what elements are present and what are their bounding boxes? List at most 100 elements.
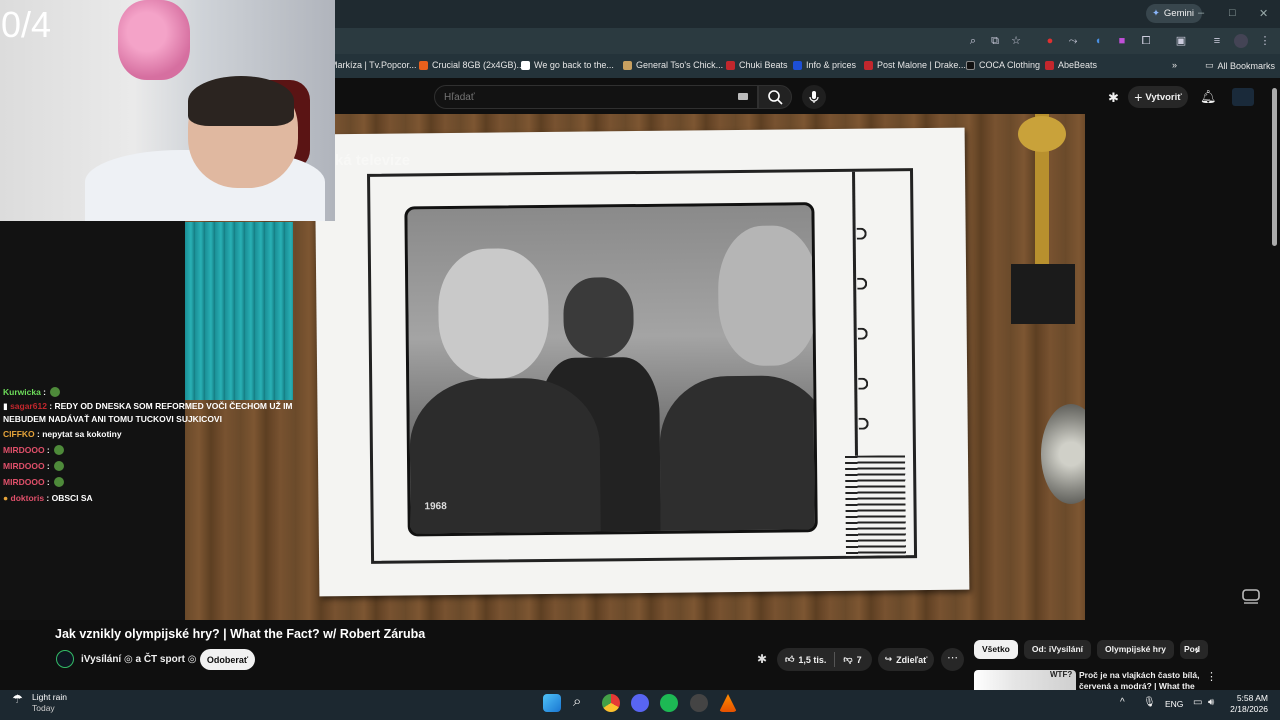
voice-search-button[interactable] (802, 85, 826, 109)
tv-screen-footage: 1968 (404, 202, 818, 537)
bookmark-favicon (1045, 60, 1054, 70)
more-actions-button[interactable]: ⋯ (941, 648, 964, 671)
extension-red-icon[interactable]: ● (1043, 34, 1057, 48)
chat-message: MIRDOOO : (3, 442, 328, 458)
bookmark-item[interactable]: We go back to the... (521, 60, 614, 70)
chat-username: doktoris (10, 493, 45, 503)
chat-text: nepytat sa kokotiny (42, 429, 122, 439)
streamer-hair (188, 76, 294, 126)
network-icon[interactable]: ▭ (1193, 697, 1202, 708)
chat-text: OBSCI SA (51, 493, 93, 503)
thumb-text: WTF? (1050, 670, 1073, 679)
gear-sparkle-icon[interactable]: ✱ (1108, 90, 1119, 106)
close-button[interactable]: ✕ (1259, 7, 1268, 20)
counter-text: 0/4 (1, 4, 52, 45)
chip-all[interactable]: Všetko (974, 640, 1018, 659)
search-icon[interactable]: ⌕ (573, 693, 581, 710)
ct-sport-logo (1242, 589, 1260, 604)
bookmark-item[interactable]: Post Malone | Drake... (864, 60, 966, 70)
profile-avatar[interactable] (1234, 34, 1248, 48)
volume-icon[interactable]: 🔊︎ (1208, 697, 1214, 708)
video-menu-icon[interactable]: ⋮ (1206, 670, 1217, 683)
dislike-button[interactable]: 👎︎ 7 (835, 654, 869, 665)
related-chips: Všetko Od: iVysílání Olympijské hry Pod (974, 640, 1208, 659)
plush-toy (118, 0, 190, 80)
search-button[interactable] (758, 85, 792, 109)
microphone-icon[interactable]: 🎙︎ (1143, 697, 1156, 708)
chip-olympics[interactable]: Olympijské hry (1097, 640, 1174, 659)
extension-gray-icon[interactable]: ⤳ (1066, 34, 1080, 48)
search-box[interactable] (434, 85, 758, 109)
chat-message: MIRDOOO : (3, 474, 328, 490)
medal-prop (1041, 404, 1085, 504)
microphone-icon (809, 91, 819, 103)
chrome-icon[interactable] (602, 694, 620, 712)
chevron-up-icon[interactable]: ^ (1120, 697, 1125, 708)
thumbs-up-icon: 👍︎ (785, 654, 795, 664)
bookmark-item[interactable]: COCA Clothing (966, 60, 1040, 70)
rain-cloud-icon: ☂ (12, 692, 23, 706)
bookmark-favicon (419, 60, 428, 70)
bookmark-star-icon[interactable]: ☆ (1009, 34, 1023, 48)
create-button[interactable]: + Vytvoriť (1128, 86, 1188, 108)
gear-sparkle-icon[interactable]: ✱ (757, 652, 771, 666)
recommended-title[interactable]: Proč je na vlajkách často bílá, červená … (1079, 670, 1201, 690)
tv-knob (857, 327, 868, 340)
chip-related[interactable]: Pod (1180, 640, 1208, 659)
browser-menu-icon[interactable]: ⋮ (1258, 34, 1272, 48)
extension-blue-icon[interactable]: ◖ (1091, 34, 1105, 48)
discord-icon[interactable] (631, 694, 649, 712)
tv-knob (858, 377, 869, 390)
chat-message: Kurwicka : (3, 384, 328, 400)
bookmark-item[interactable]: AbeBeats (1045, 60, 1097, 70)
maximize-button[interactable]: □ (1229, 7, 1236, 19)
zoom-icon[interactable]: ⌕ (966, 34, 980, 48)
search-input[interactable] (435, 86, 715, 108)
emote-icon (54, 445, 65, 455)
badge-icon: ▮ (3, 401, 8, 411)
chevron-right-icon[interactable]: › (1195, 643, 1199, 657)
channel-name[interactable]: iVysílání ◎ a ČT sport ◎ (81, 654, 196, 665)
like-button[interactable]: 👍︎ 1,5 tis. (777, 654, 834, 665)
recommended-thumbnail[interactable]: WTF? (974, 670, 1076, 690)
language-indicator[interactable]: ENG (1165, 699, 1183, 709)
notifications-bell-icon[interactable]: 🔔︎ (1200, 89, 1217, 105)
windows-start-icon[interactable] (543, 694, 561, 712)
bookmark-item[interactable]: General Tso's Chick... (623, 60, 723, 70)
keyboard-icon[interactable] (738, 93, 748, 100)
install-icon[interactable]: ⧉ (988, 34, 1002, 48)
channel-avatar[interactable] (56, 650, 74, 668)
bookmarks-overflow-icon[interactable]: » (1172, 60, 1177, 70)
bookmark-item[interactable]: Info & prices (793, 60, 856, 70)
share-arrow-icon: ↪ (884, 654, 893, 664)
all-bookmarks-button[interactable]: ▭ All Bookmarks (1205, 60, 1275, 71)
extensions-puzzle-icon[interactable]: ⧠ (1139, 34, 1153, 48)
cast-icon[interactable]: ▣ (1174, 34, 1188, 48)
chat-username: MIRDOOO (3, 477, 45, 487)
chat-message: MIRDOOO : (3, 458, 328, 474)
folder-icon: ▭ (1205, 60, 1214, 70)
bookmark-item[interactable]: Crucial 8GB (2x4GB)... (419, 60, 524, 70)
gemini-label: Gemini (1163, 8, 1194, 19)
weather-widget[interactable]: ☂ Light rain Today (12, 692, 67, 714)
chat-username: sagar612 (10, 401, 47, 411)
bookmark-item[interactable]: Markíza | Tv.Popcor... (330, 60, 417, 70)
reading-list-icon[interactable]: ≡ (1210, 34, 1224, 48)
archive-figure (717, 225, 818, 367)
chat-message: ● doktoris : OBSCI SA (3, 493, 93, 503)
system-clock[interactable]: 5:58 AM 2/18/2026 (1226, 693, 1268, 715)
gemini-button[interactable]: ✦ Gemini (1145, 4, 1202, 23)
archive-figure (563, 277, 634, 358)
bookmark-favicon (726, 60, 735, 70)
subscribe-button[interactable]: Odoberať (200, 649, 255, 670)
spotify-icon[interactable] (660, 694, 678, 712)
bookmark-item[interactable]: Chuki Beats (726, 60, 788, 70)
page-scrollbar[interactable] (1272, 88, 1277, 246)
bookmark-favicon (623, 60, 632, 70)
share-button[interactable]: ↪ Zdieľať (878, 648, 934, 671)
chip-from-channel[interactable]: Od: iVysílání (1023, 640, 1092, 659)
extension-purple-icon[interactable]: ■ (1115, 34, 1129, 48)
channel-avatar-icon[interactable] (1232, 88, 1254, 106)
minimize-button[interactable]: – (1198, 7, 1204, 19)
app-icon[interactable] (690, 694, 708, 712)
